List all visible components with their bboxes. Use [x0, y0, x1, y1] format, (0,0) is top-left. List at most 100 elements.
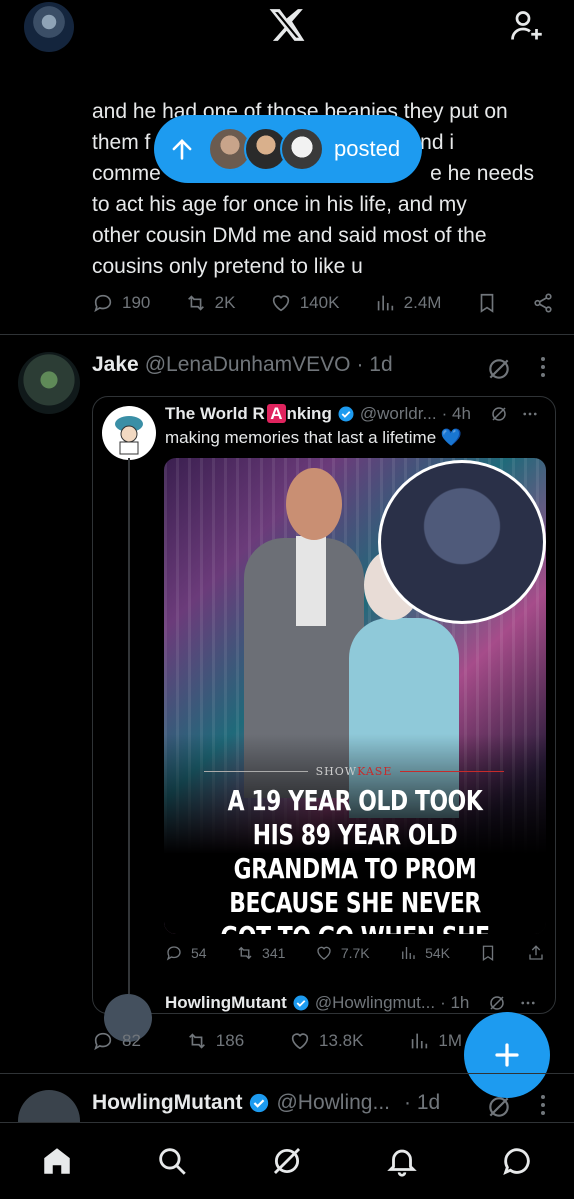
- message-icon: [502, 1148, 530, 1175]
- bookmark-button[interactable]: [476, 292, 498, 314]
- avatar: [280, 127, 324, 171]
- tweet-line: to act his age for once in his life, and…: [92, 193, 467, 216]
- author-name[interactable]: Jake: [92, 353, 139, 377]
- repost-button[interactable]: 341: [236, 944, 285, 962]
- nav-home[interactable]: [37, 1141, 77, 1181]
- turban-avatar-icon: [115, 416, 143, 455]
- repost-button[interactable]: 2K: [185, 292, 235, 314]
- x-logo-icon[interactable]: [268, 6, 306, 44]
- reply-icon: [94, 1032, 112, 1051]
- more-icon[interactable]: [539, 356, 547, 378]
- timestamp[interactable]: · 1d: [356, 353, 392, 377]
- timestamp[interactable]: · 1d: [404, 1091, 440, 1115]
- verified-badge-icon: [250, 1093, 269, 1113]
- grok-icon[interactable]: [486, 356, 512, 382]
- compose-button[interactable]: [464, 1012, 550, 1098]
- more-horizontal-icon[interactable]: [521, 405, 539, 423]
- share-icon: [534, 293, 552, 313]
- divider: [0, 334, 574, 335]
- pill-avatars: [208, 127, 324, 171]
- bookmark-button[interactable]: [479, 944, 497, 962]
- like-button[interactable]: 7.7K: [315, 944, 370, 962]
- tweet-line: nd i: [420, 131, 454, 154]
- share-button[interactable]: [532, 292, 554, 314]
- reply-icon: [94, 294, 112, 313]
- more-horizontal-icon[interactable]: [519, 994, 537, 1012]
- views-icon: [377, 295, 393, 311]
- post-image[interactable]: SHOWKASE A 19 YEAR OLD TOOK HIS 89 YEAR …: [164, 458, 546, 934]
- repost-icon: [238, 946, 252, 960]
- tweet-line: cousins only pretend to like u: [92, 255, 363, 278]
- views-icon: [412, 1033, 428, 1049]
- author-handle[interactable]: @LenaDunhamVEVO: [145, 353, 351, 377]
- tweet-2-actions: 82 186 13.8K 1M: [92, 1030, 462, 1052]
- quote-text: making memories that last a lifetime 💙: [165, 428, 463, 447]
- share-button[interactable]: [527, 944, 545, 962]
- divider: [0, 1073, 574, 1074]
- verified-badge-icon: [293, 995, 309, 1011]
- repost-icon: [188, 1033, 205, 1049]
- views-icon: [402, 947, 415, 959]
- quote-author-name[interactable]: The World R Anking: [165, 404, 332, 424]
- nav-grok[interactable]: [267, 1141, 307, 1181]
- author-name[interactable]: HowlingMutant: [92, 1091, 242, 1115]
- quote-header: The World R Anking @worldr... · 4h: [165, 404, 539, 424]
- avatar[interactable]: [18, 352, 80, 414]
- timestamp[interactable]: · 1h: [440, 993, 469, 1013]
- heart-icon: [272, 295, 289, 312]
- share-icon: [529, 945, 543, 960]
- bookmark-icon: [480, 293, 494, 313]
- bottom-navigation: [0, 1122, 574, 1199]
- reply-author-handle[interactable]: @Howlingmut...: [315, 993, 435, 1013]
- quote-actions: 54 341 7.7K 54K: [165, 944, 545, 962]
- more-icon[interactable]: [539, 1094, 547, 1116]
- profile-avatar[interactable]: [24, 2, 74, 52]
- tweet-line: e he needs: [430, 162, 534, 185]
- inset-photo: [378, 460, 546, 624]
- heart-icon: [317, 946, 331, 960]
- timestamp[interactable]: · 4h: [442, 404, 471, 424]
- author-handle[interactable]: @Howling...: [276, 1091, 390, 1115]
- like-button[interactable]: 140K: [270, 292, 339, 314]
- nav-notifications[interactable]: [382, 1141, 422, 1181]
- tweet-3-header: HowlingMutant @Howling... · 1d: [92, 1091, 440, 1115]
- repost-button[interactable]: 186: [186, 1030, 244, 1052]
- tweet-line: them f: [92, 131, 151, 154]
- posted-label: posted: [334, 136, 401, 161]
- grok-icon[interactable]: [490, 405, 508, 423]
- views-button[interactable]: 54K: [399, 944, 450, 962]
- tweet-line: comme: [92, 162, 161, 185]
- add-user-icon[interactable]: [508, 8, 544, 44]
- nav-search[interactable]: [152, 1141, 192, 1181]
- like-button[interactable]: 13.8K: [289, 1030, 363, 1052]
- plus-icon: [495, 1043, 519, 1067]
- arrow-up-icon: [172, 139, 192, 160]
- reply-author-name[interactable]: HowlingMutant: [165, 993, 287, 1013]
- repost-icon: [187, 295, 204, 311]
- nav-messages[interactable]: [497, 1141, 537, 1181]
- views-button[interactable]: 2.4M: [374, 292, 441, 314]
- bookmark-icon: [483, 945, 494, 962]
- reply-button[interactable]: 190: [92, 292, 150, 314]
- quote-author-handle[interactable]: @worldr...: [360, 404, 437, 424]
- avatar[interactable]: [102, 406, 156, 460]
- name-badge: A: [267, 404, 286, 423]
- verified-badge-icon: [338, 406, 354, 422]
- new-posts-pill[interactable]: posted: [154, 115, 422, 183]
- tweet-1-actions: 190 2K 140K 2.4M: [92, 292, 554, 314]
- grok-icon[interactable]: [486, 1094, 512, 1120]
- reply-button[interactable]: 54: [165, 944, 207, 962]
- media-headline: A 19 YEAR OLD TOOK HIS 89 YEAR OLD GRAND…: [220, 784, 490, 934]
- shirt: [296, 536, 326, 626]
- search-icon: [159, 1148, 186, 1175]
- views-button[interactable]: 1M: [408, 1030, 462, 1052]
- reply-preview-header: HowlingMutant @Howlingmut... · 1h: [165, 993, 537, 1013]
- heart-icon: [291, 1033, 309, 1050]
- top-bar: [0, 0, 574, 90]
- reply-icon: [166, 946, 181, 961]
- boy-head: [286, 468, 342, 540]
- thread-line: [128, 458, 130, 994]
- home-icon: [44, 1148, 71, 1174]
- reply-button[interactable]: 82: [92, 1030, 141, 1052]
- grok-icon[interactable]: [488, 994, 506, 1012]
